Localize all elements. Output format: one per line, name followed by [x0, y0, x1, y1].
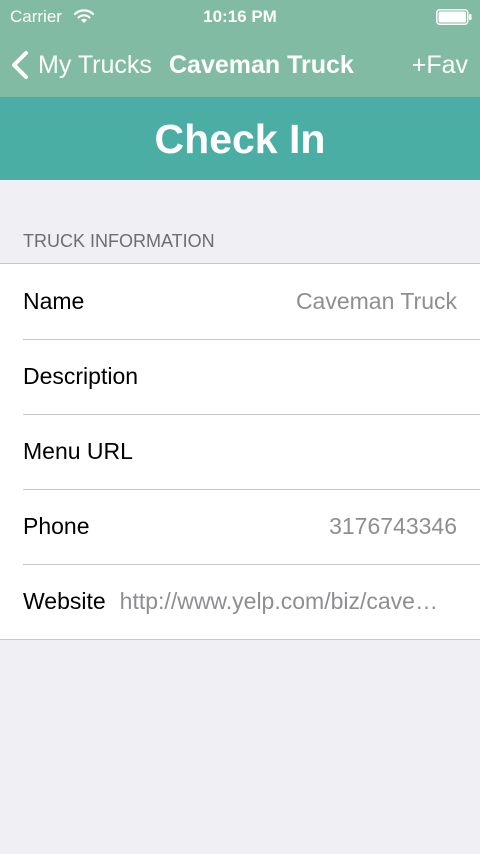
- check-in-button[interactable]: Check In: [0, 98, 480, 180]
- website-row[interactable]: Website http://www.yelp.com/biz/caveman-…: [0, 564, 480, 639]
- description-label: Description: [23, 363, 139, 389]
- name-label: Name: [23, 288, 85, 314]
- navigation-bar: My Trucks Caveman Truck +Fav: [0, 34, 480, 97]
- top-bar: Carrier 10:16 PM My Trucks Caveman Truck…: [0, 0, 480, 98]
- menu-url-row[interactable]: Menu URL: [0, 414, 480, 489]
- name-value: Caveman Truck: [295, 288, 457, 314]
- website-label: Website: [23, 588, 106, 614]
- page-title: Caveman Truck: [169, 51, 354, 79]
- status-bar: Carrier 10:16 PM: [0, 0, 480, 34]
- back-button[interactable]: My Trucks: [10, 48, 152, 82]
- chevron-left-icon: [12, 51, 28, 79]
- add-favorite-button[interactable]: +Fav: [412, 51, 468, 80]
- website-value: http://www.yelp.com/biz/caveman-truck-in…: [119, 588, 457, 614]
- phone-value: 3176743346: [329, 513, 457, 539]
- name-row[interactable]: Name Caveman Truck: [0, 264, 480, 339]
- menu-url-label: Menu URL: [23, 438, 133, 464]
- phone-label: Phone: [23, 513, 90, 539]
- battery-icon: [436, 9, 472, 25]
- status-time: 10:16 PM: [203, 7, 277, 26]
- back-button-label: My Trucks: [38, 50, 152, 79]
- description-row[interactable]: Description: [0, 339, 480, 414]
- phone-row[interactable]: Phone 3176743346: [0, 489, 480, 564]
- section-header: TRUCK INFORMATION: [23, 231, 215, 251]
- truck-info-table: Name Caveman Truck Description Menu URL …: [0, 263, 480, 640]
